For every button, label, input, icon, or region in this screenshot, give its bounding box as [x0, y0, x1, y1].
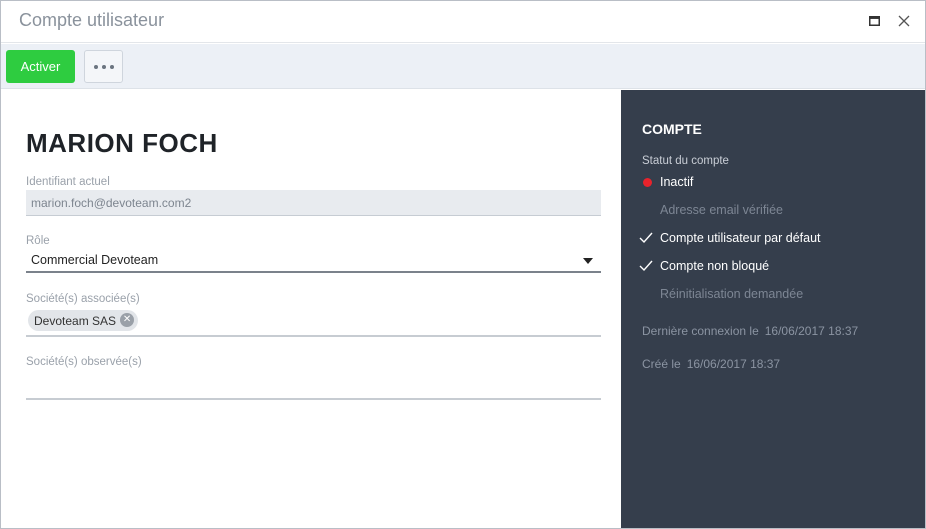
last-login-value: 16/06/2017 18:37 — [764, 324, 859, 338]
activate-button[interactable]: Activer — [6, 50, 75, 83]
more-horizontal-icon — [93, 64, 98, 69]
created-row: Créé le 16/06/2017 18:37 — [642, 357, 780, 371]
company-chip-label: Devoteam SAS — [34, 313, 117, 328]
identifier-label: Identifiant actuel — [26, 176, 110, 188]
account-sidebar: COMPTE Statut du compte Inactif Adresse … — [621, 90, 925, 528]
user-name-heading: MARION FOCH — [26, 128, 218, 158]
check-icon — [639, 260, 653, 272]
user-account-window: Compte utilisateur Activer MARION FOCH I… — [0, 0, 926, 529]
created-label: Créé le — [642, 357, 681, 371]
companies-input[interactable]: Devoteam SAS ✕ — [26, 308, 601, 337]
role-select-value: Commercial Devoteam — [31, 253, 159, 267]
company-chip: Devoteam SAS ✕ — [28, 310, 139, 331]
dropdown-caret-icon — [583, 258, 593, 264]
maximize-icon[interactable] — [865, 12, 883, 30]
status-inactive-dot-icon — [643, 178, 652, 187]
toolbar: Activer — [1, 44, 925, 89]
identifier-field: marion.foch@devoteam.com2 — [26, 190, 601, 216]
last-login-row: Dernière connexion le 16/06/2017 18:37 — [642, 324, 858, 338]
observed-label: Société(s) observée(s) — [26, 356, 142, 368]
account-section-title: COMPTE — [642, 121, 702, 137]
observed-companies-input[interactable] — [26, 370, 601, 400]
account-status-value: Inactif — [660, 175, 694, 189]
created-value: 16/06/2017 18:37 — [686, 357, 781, 371]
companies-label: Société(s) associée(s) — [26, 293, 140, 305]
flag-reset-requested: Réinitialisation demandée — [660, 287, 804, 301]
check-icon — [639, 232, 653, 244]
title-bar: Compte utilisateur — [1, 1, 925, 43]
window-title: Compte utilisateur — [19, 10, 165, 30]
last-login-label: Dernière connexion le — [642, 324, 759, 338]
flag-not-blocked: Compte non bloqué — [660, 259, 770, 273]
more-actions-button[interactable] — [84, 50, 123, 83]
flag-email-verified: Adresse email vérifiée — [660, 203, 783, 217]
remove-chip-icon[interactable]: ✕ — [120, 313, 135, 327]
role-select[interactable]: Commercial Devoteam — [26, 249, 601, 273]
account-status-label: Statut du compte — [642, 155, 729, 167]
user-details-panel: MARION FOCH Identifiant actuel marion.fo… — [1, 90, 621, 528]
close-icon[interactable] — [895, 12, 913, 30]
flag-default-account: Compte utilisateur par défaut — [660, 231, 821, 245]
role-label: Rôle — [26, 235, 50, 247]
